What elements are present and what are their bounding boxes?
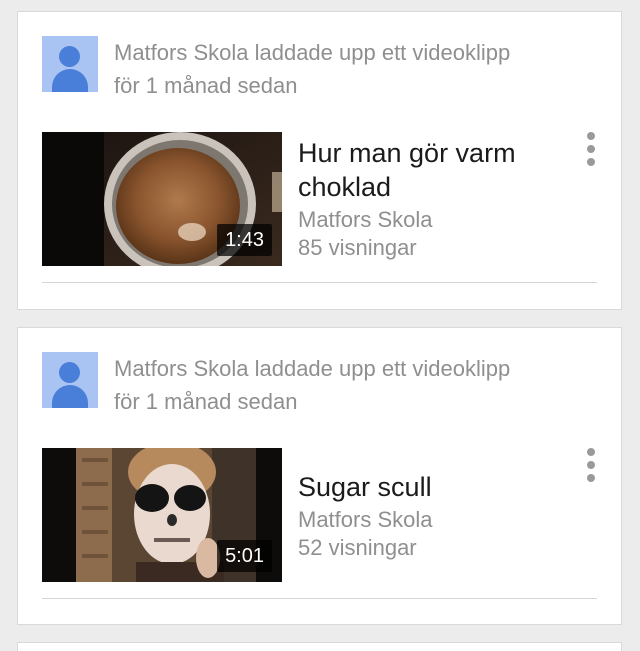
- video-duration-badge: 5:01: [217, 540, 272, 572]
- avatar-head-icon: [59, 362, 80, 383]
- activity-text: Matfors Skola laddade upp ett videoklipp…: [114, 40, 511, 98]
- more-vertical-icon[interactable]: [579, 446, 603, 490]
- avatar-head-icon: [59, 46, 80, 67]
- video-title[interactable]: Sugar scull: [298, 470, 538, 504]
- activity-text: Matfors Skola laddade upp ett videoklipp…: [114, 356, 511, 414]
- divider: [42, 598, 597, 599]
- view-count: 52 visningar: [298, 535, 417, 560]
- feed-card: [17, 642, 622, 651]
- channel-name[interactable]: Matfors Skola: [298, 506, 433, 534]
- feed-card: Matfors Skola laddade upp ett videoklipp…: [17, 327, 622, 625]
- channel-name[interactable]: Matfors Skola: [298, 206, 433, 234]
- feed-card: Matfors Skola laddade upp ett videoklipp…: [17, 11, 622, 310]
- more-vertical-icon[interactable]: [579, 130, 603, 174]
- view-count: 85 visningar: [298, 235, 417, 260]
- video-thumbnail[interactable]: 5:01: [42, 448, 282, 582]
- divider: [42, 282, 597, 283]
- avatar-body-icon: [52, 385, 88, 408]
- channel-avatar[interactable]: [42, 36, 98, 92]
- channel-avatar[interactable]: [42, 352, 98, 408]
- video-duration-badge: 1:43: [217, 224, 272, 256]
- avatar-body-icon: [52, 69, 88, 92]
- activity-feed: Matfors Skola laddade upp ett videoklipp…: [0, 0, 640, 651]
- video-thumbnail[interactable]: 1:43: [42, 132, 282, 266]
- video-title[interactable]: Hur man gör varm choklad: [298, 136, 538, 204]
